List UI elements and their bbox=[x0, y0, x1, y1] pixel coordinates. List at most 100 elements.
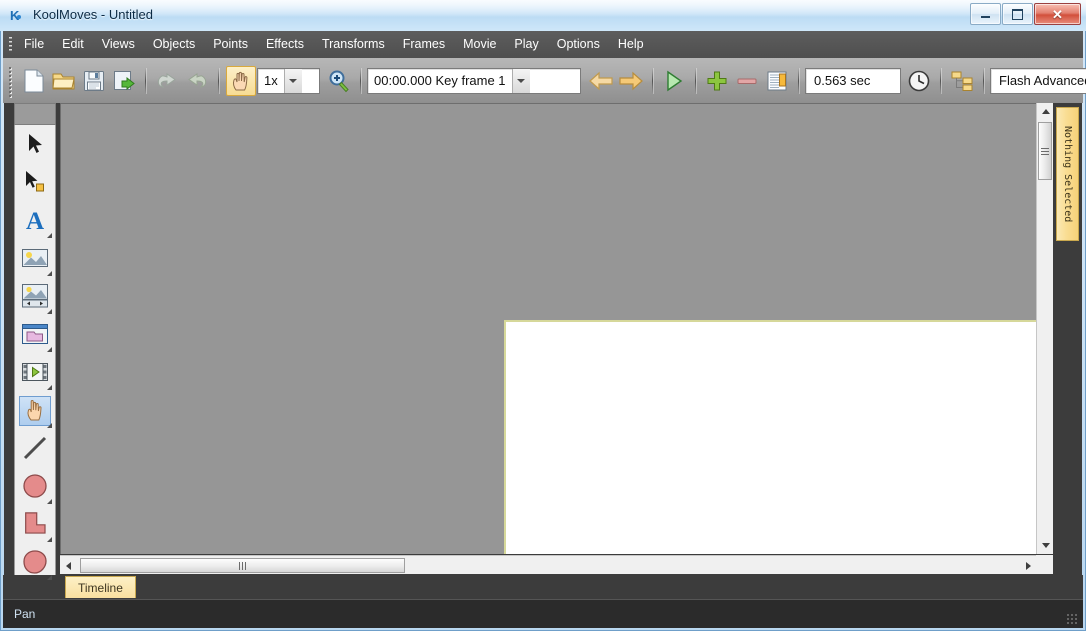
export-movie-button[interactable] bbox=[110, 67, 138, 95]
key-frame-combobox[interactable]: 00:00.000 Key frame 1 bbox=[367, 67, 581, 94]
vertical-scrollbar-thumb[interactable] bbox=[1038, 122, 1052, 180]
undo-button[interactable] bbox=[153, 67, 181, 95]
scroll-down-button[interactable] bbox=[1037, 537, 1054, 554]
toolbar-grip[interactable] bbox=[7, 63, 15, 98]
hand-pan-icon bbox=[232, 71, 248, 90]
menu-points[interactable]: Points bbox=[204, 33, 257, 56]
symbol-library-tool-button[interactable] bbox=[14, 317, 56, 355]
export-profile-field[interactable]: Flash Advanced bbox=[990, 67, 1086, 94]
canvas-horizontal-scrollbar[interactable] bbox=[60, 555, 1036, 574]
hierarchy-tree-icon bbox=[951, 71, 973, 91]
menu-help[interactable]: Help bbox=[609, 33, 653, 56]
sprite-tool-submenu-arrow[interactable] bbox=[47, 309, 52, 314]
polygon-shape-icon bbox=[22, 511, 48, 541]
play-movie-button[interactable] bbox=[660, 67, 688, 95]
picture-icon bbox=[21, 247, 49, 273]
select-points-tool-button[interactable] bbox=[14, 165, 56, 203]
menu-edit[interactable]: Edit bbox=[53, 33, 93, 56]
sprite-tool-button[interactable] bbox=[14, 279, 56, 317]
freeform-submenu-arrow[interactable] bbox=[47, 575, 52, 580]
toolbar-separator bbox=[145, 67, 146, 94]
toolbar-separator-2 bbox=[218, 67, 219, 94]
chevron-right-icon bbox=[1025, 561, 1031, 570]
menu-movie[interactable]: Movie bbox=[454, 33, 505, 56]
text-tool-submenu-arrow[interactable] bbox=[47, 233, 52, 238]
close-icon: ✕ bbox=[1052, 6, 1063, 22]
menu-objects[interactable]: Objects bbox=[144, 33, 204, 56]
svg-text:A: A bbox=[26, 208, 44, 233]
redo-button[interactable] bbox=[183, 67, 211, 95]
zoom-level-dropdown-arrow[interactable] bbox=[283, 68, 302, 93]
blob-shape-icon bbox=[22, 549, 48, 579]
ellipse-tool-submenu-arrow[interactable] bbox=[47, 499, 52, 504]
polygon-tool-button[interactable] bbox=[14, 507, 56, 545]
tool-palette-header[interactable] bbox=[14, 103, 56, 125]
zoom-level-combobox[interactable]: 1x bbox=[257, 67, 320, 94]
frame-duration-field[interactable]: 0.563 sec bbox=[805, 67, 901, 94]
polygon-tool-submenu-arrow[interactable] bbox=[47, 537, 52, 542]
menu-play[interactable]: Play bbox=[505, 33, 547, 56]
symbol-library-submenu-arrow[interactable] bbox=[47, 347, 52, 352]
title-bar[interactable]: K KoolMoves - Untitled ✕ bbox=[0, 0, 1086, 31]
folder-open-icon bbox=[52, 73, 75, 89]
frame-properties-icon bbox=[767, 71, 787, 90]
main-toolbar: 1x 00:00.000 Key frame 1 0.563 sec Flash… bbox=[3, 58, 1086, 103]
close-button[interactable]: ✕ bbox=[1034, 3, 1081, 25]
window-resize-grip[interactable] bbox=[1066, 613, 1078, 625]
status-bar: Pan bbox=[3, 599, 1083, 628]
chevron-down-icon bbox=[1041, 543, 1050, 548]
maximize-button[interactable] bbox=[1002, 3, 1033, 25]
text-tool-button[interactable]: A bbox=[14, 203, 56, 241]
minimize-button[interactable] bbox=[970, 3, 1001, 25]
scroll-up-button[interactable] bbox=[1037, 103, 1054, 120]
arrow-right-icon bbox=[619, 71, 643, 90]
open-file-button[interactable] bbox=[50, 67, 78, 95]
object-hierarchy-button[interactable] bbox=[948, 67, 976, 95]
movie-stage[interactable] bbox=[504, 320, 1036, 554]
pan-tool-submenu-arrow[interactable] bbox=[47, 423, 52, 428]
redo-arrow-icon bbox=[188, 72, 207, 88]
menu-transforms[interactable]: Transforms bbox=[313, 33, 394, 56]
movie-clip-submenu-arrow[interactable] bbox=[47, 385, 52, 390]
pan-tool-button[interactable] bbox=[226, 65, 256, 96]
scroll-right-button[interactable] bbox=[1021, 557, 1035, 574]
movie-clip-tool-button[interactable] bbox=[14, 355, 56, 393]
pan-tool-palette-button[interactable] bbox=[14, 393, 56, 431]
properties-panel-tab[interactable]: Nothing Selected bbox=[1056, 107, 1079, 241]
previous-frame-button[interactable] bbox=[587, 67, 615, 95]
plus-icon bbox=[707, 71, 727, 90]
timing-options-button[interactable] bbox=[905, 67, 933, 95]
menu-options[interactable]: Options bbox=[548, 33, 609, 56]
key-frame-dropdown-arrow[interactable] bbox=[511, 68, 530, 93]
ellipse-tool-button[interactable] bbox=[14, 469, 56, 507]
canvas-vertical-scrollbar[interactable] bbox=[1036, 103, 1053, 554]
menu-file[interactable]: File bbox=[15, 33, 53, 56]
application-window: K KoolMoves - Untitled ✕ File Edit Views… bbox=[0, 0, 1086, 631]
arrow-left-icon bbox=[589, 71, 613, 90]
line-tool-button[interactable] bbox=[14, 431, 56, 469]
timeline-tab[interactable]: Timeline bbox=[65, 576, 136, 598]
clock-icon bbox=[908, 70, 930, 91]
frame-properties-button[interactable] bbox=[763, 67, 791, 95]
zoom-tool-button[interactable] bbox=[325, 67, 353, 95]
menu-frames[interactable]: Frames bbox=[394, 33, 454, 56]
menu-bar-grip[interactable] bbox=[6, 34, 15, 55]
window-folder-icon bbox=[21, 323, 49, 349]
arrow-with-node-icon bbox=[24, 170, 46, 198]
menu-views[interactable]: Views bbox=[93, 33, 144, 56]
delete-key-frame-button[interactable] bbox=[733, 67, 761, 95]
select-tool-button[interactable] bbox=[14, 127, 56, 165]
scrollbar-grip-h-icon bbox=[238, 561, 247, 570]
chevron-left-icon bbox=[65, 561, 71, 570]
workspace-canvas[interactable] bbox=[60, 103, 1036, 554]
menu-effects[interactable]: Effects bbox=[257, 33, 313, 56]
scroll-left-button[interactable] bbox=[61, 557, 75, 574]
new-document-button[interactable] bbox=[20, 67, 48, 95]
image-tool-button[interactable] bbox=[14, 241, 56, 279]
next-frame-button[interactable] bbox=[617, 67, 645, 95]
add-key-frame-button[interactable] bbox=[703, 67, 731, 95]
image-tool-submenu-arrow[interactable] bbox=[47, 271, 52, 276]
minus-icon bbox=[737, 78, 757, 84]
horizontal-scrollbar-thumb[interactable] bbox=[80, 558, 405, 573]
save-file-button[interactable] bbox=[80, 67, 108, 95]
